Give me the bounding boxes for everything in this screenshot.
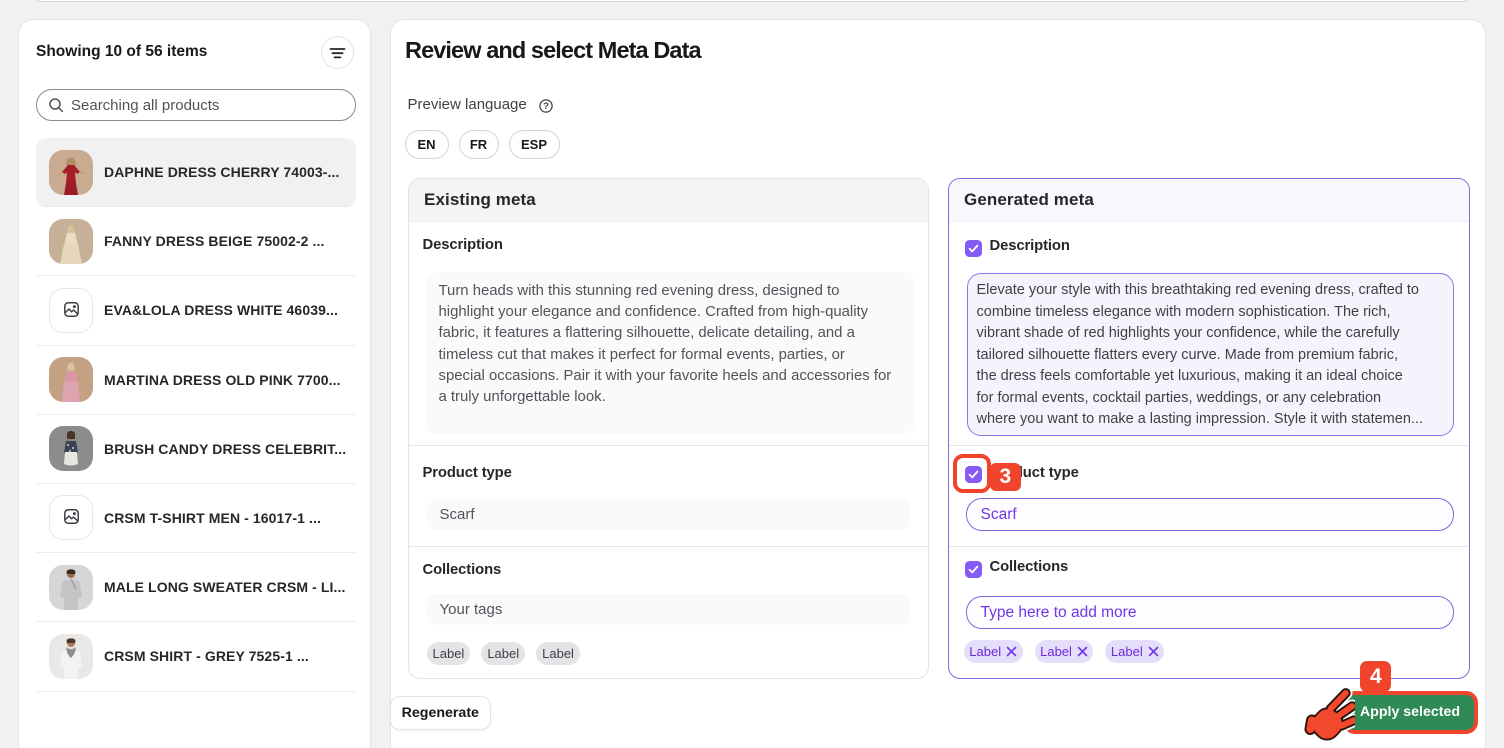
svg-text:?: ? (543, 101, 549, 112)
